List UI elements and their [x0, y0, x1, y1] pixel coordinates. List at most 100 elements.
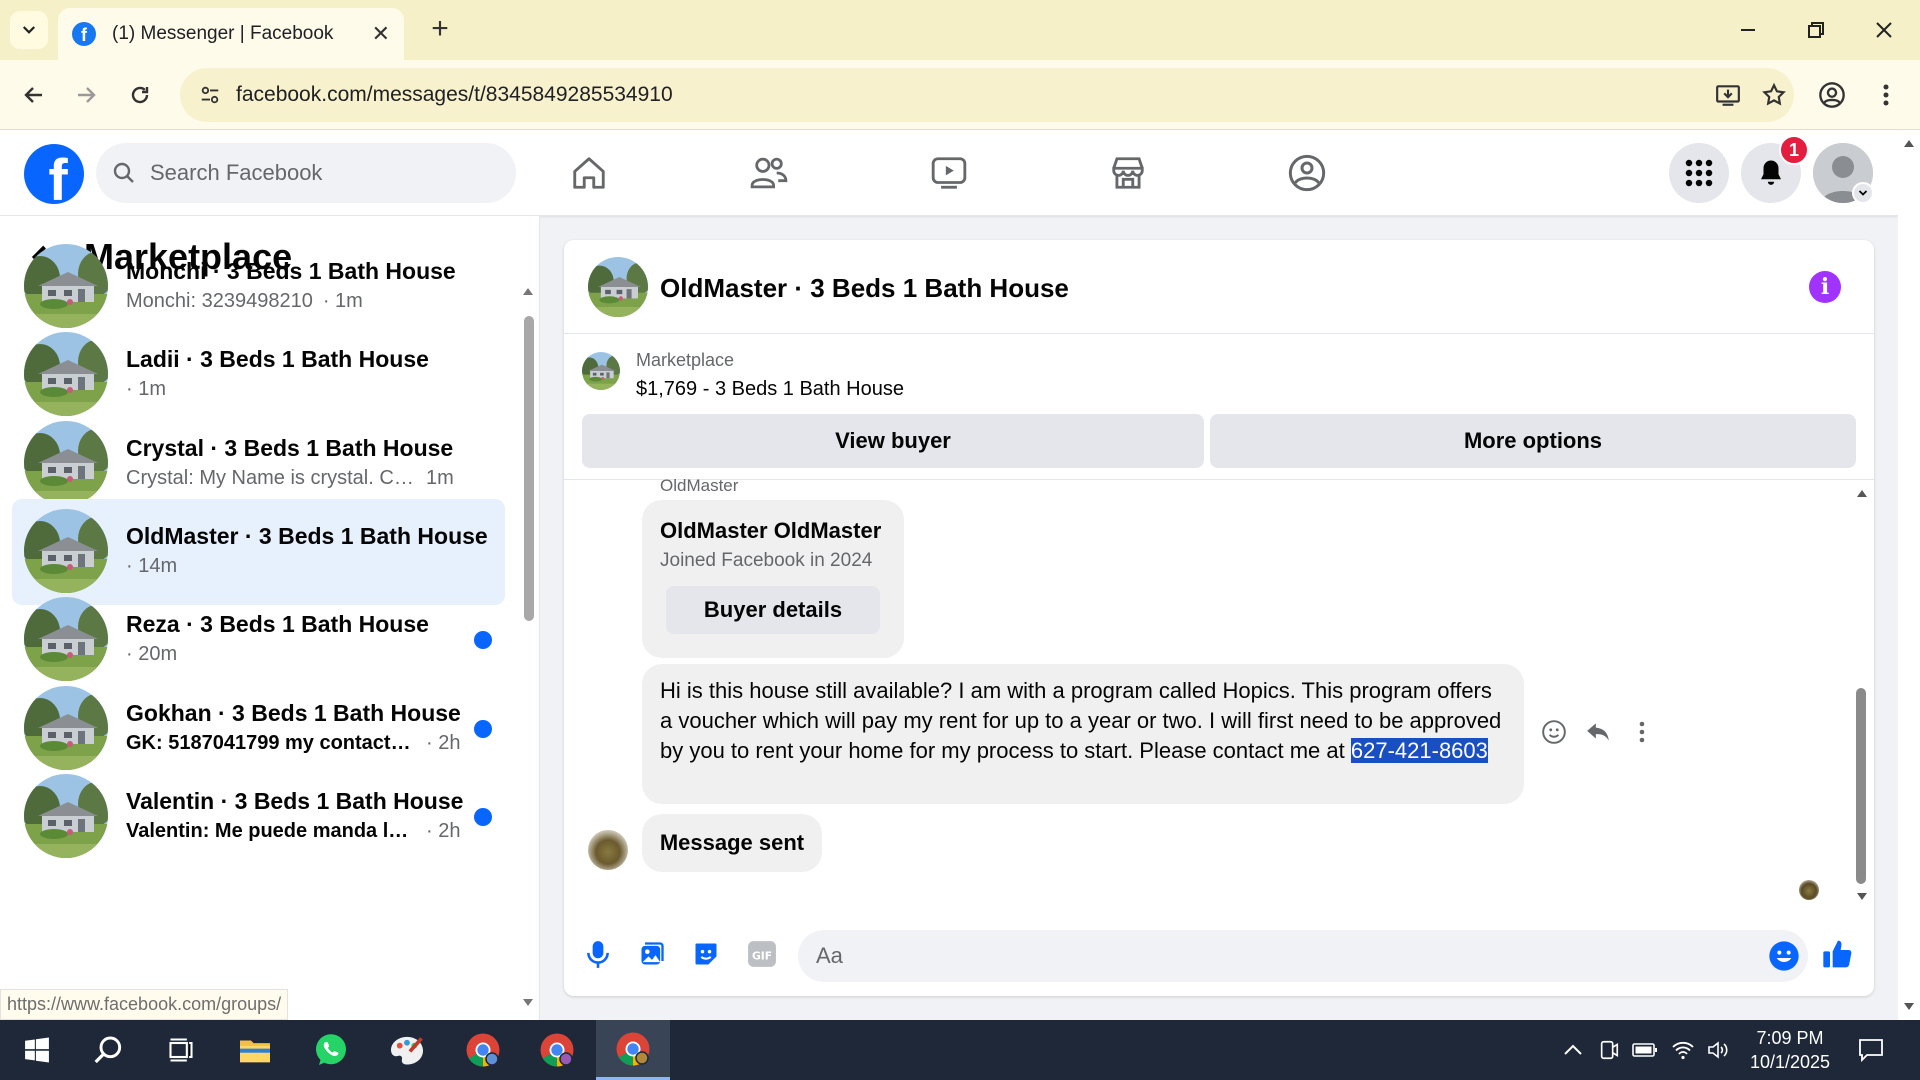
conversation-preview: Valentin: Me puede manda la u... · 2h — [126, 820, 460, 843]
view-buyer-button[interactable]: View buyer — [582, 414, 1204, 468]
reply-button[interactable] — [1582, 716, 1614, 748]
listing-price[interactable]: $1,769 - 3 Beds 1 Bath House — [636, 378, 904, 401]
conversation-list-panel: Marketplace Monchi · 3 Beds 1 Bath House… — [0, 216, 540, 1020]
preview-time: 1m — [426, 466, 454, 489]
nav-gaming[interactable] — [1282, 148, 1332, 198]
unread-dot — [474, 807, 492, 826]
browser-tab-messenger[interactable]: f (1) Messenger | Facebook ✕ — [58, 8, 404, 60]
listing-thumbnail[interactable] — [588, 257, 648, 317]
gif-icon: GIF — [748, 941, 776, 967]
sticker-button[interactable] — [688, 936, 724, 972]
chat-bubble-icon — [1859, 1039, 1883, 1062]
more-button[interactable] — [1626, 716, 1658, 748]
browser-menu-button[interactable] — [1868, 77, 1904, 113]
whatsapp-button[interactable] — [294, 1020, 368, 1080]
conversation-name: Gokhan · 3 Beds 1 Bath House — [126, 699, 461, 726]
react-button[interactable] — [1538, 716, 1570, 748]
message-input[interactable] — [816, 943, 1716, 969]
chevron-down-icon — [1858, 190, 1868, 196]
search-input[interactable] — [150, 160, 450, 186]
attach-photo-button[interactable] — [634, 936, 670, 972]
chrome-profile-3-button[interactable] — [596, 1020, 670, 1080]
close-window-button[interactable] — [1864, 10, 1904, 50]
file-explorer-button[interactable] — [218, 1020, 292, 1080]
volume-icon[interactable] — [1704, 1036, 1734, 1064]
back-button[interactable] — [16, 77, 52, 113]
install-app-icon[interactable] — [1710, 77, 1746, 113]
nav-home[interactable] — [564, 148, 614, 198]
nav-marketplace[interactable] — [1103, 148, 1153, 198]
listing-small-thumbnail[interactable] — [582, 352, 620, 390]
account-chevron[interactable] — [1852, 182, 1874, 204]
message-actions — [1538, 716, 1658, 748]
voice-clip-button[interactable] — [580, 936, 616, 972]
wifi-icon[interactable] — [1668, 1036, 1698, 1064]
taskbar-clock[interactable]: 7:09 PM 10/1/2025 — [1740, 1026, 1840, 1074]
browser-tab-bar: f (1) Messenger | Facebook ✕ + — [0, 0, 1920, 60]
task-view-button[interactable] — [144, 1020, 218, 1080]
message-bubble[interactable]: Hi is this house still available? I am w… — [642, 664, 1524, 804]
buyer-details-button[interactable]: Buyer details — [666, 586, 880, 634]
start-button[interactable] — [0, 1020, 74, 1080]
site-settings-icon[interactable] — [192, 77, 228, 113]
menu-button[interactable] — [1669, 143, 1729, 203]
message-composer: GIF — [564, 916, 1874, 996]
buyer-avatar[interactable] — [588, 830, 628, 870]
minimize-button[interactable] — [1728, 10, 1768, 50]
address-bar[interactable]: facebook.com/messages/t/8345849285534910 — [180, 68, 1794, 122]
tab-search-button[interactable] — [10, 11, 48, 49]
unread-dot — [474, 631, 492, 650]
listing-label: Marketplace — [636, 350, 735, 370]
arrow-left-icon — [24, 87, 42, 103]
message-input-box[interactable] — [798, 930, 1808, 982]
forward-button[interactable] — [68, 77, 104, 113]
conversation-name: Monchi · 3 Beds 1 Bath House — [126, 258, 456, 284]
bookmark-star-icon[interactable] — [1756, 77, 1792, 113]
phone-number-selected[interactable]: 627-421-8603 — [1350, 738, 1488, 763]
chrome-profile-1-button[interactable] — [446, 1020, 520, 1080]
reload-button[interactable] — [122, 77, 158, 113]
message-thread: OldMaster OldMaster OldMaster Joined Fac… — [564, 476, 1874, 900]
facebook-header: f 1 — [0, 130, 1898, 216]
microphone-icon — [587, 941, 609, 968]
nav-video[interactable] — [924, 148, 974, 198]
restore-icon — [1808, 22, 1824, 38]
info-icon[interactable]: i — [1809, 271, 1841, 303]
page-scrollbar[interactable] — [1898, 130, 1920, 1020]
emoji-icon[interactable] — [1768, 940, 1800, 972]
paint-app-button[interactable] — [370, 1020, 444, 1080]
chat-scroll-up-icon[interactable] — [1855, 488, 1869, 498]
search-icon — [113, 162, 134, 183]
chat-scroll-thumb[interactable] — [1856, 688, 1866, 884]
tab-close-icon[interactable]: ✕ — [372, 21, 390, 47]
conversation-item[interactable]: Valentin · 3 Beds 1 Bath House Valentin: … — [12, 764, 505, 870]
more-options-button[interactable]: More options — [1210, 414, 1856, 468]
facebook-search[interactable] — [96, 143, 516, 203]
message-sent-bubble[interactable]: Message sent — [642, 814, 822, 872]
battery-icon[interactable] — [1630, 1036, 1660, 1064]
show-hidden-icons[interactable] — [1558, 1036, 1588, 1064]
conversation-thumbnail — [24, 685, 108, 770]
preview-time: · 2h — [426, 819, 461, 842]
gif-button[interactable]: GIF — [744, 936, 780, 972]
scroll-up-icon — [523, 288, 533, 295]
notification-center-button[interactable] — [1856, 1036, 1886, 1064]
chat-scroll-down-icon[interactable] — [1855, 892, 1869, 902]
facebook-logo-icon[interactable]: f — [24, 144, 84, 204]
conversation-scroll-thumb[interactable] — [524, 316, 534, 621]
listing-banner: Marketplace $1,769 - 3 Beds 1 Bath House… — [564, 334, 1874, 480]
new-tab-button[interactable]: + — [424, 14, 456, 46]
chrome-profile-2-button[interactable] — [520, 1020, 594, 1080]
clock-date: 10/1/2025 — [1749, 1052, 1831, 1072]
scroll-down-icon — [523, 999, 533, 1006]
conversation-thumbnail — [24, 773, 108, 858]
chat-title[interactable]: OldMaster · 3 Beds 1 Bath House — [660, 273, 1069, 304]
scroll-up-icon — [1904, 140, 1914, 147]
nav-friends[interactable] — [744, 148, 794, 198]
meet-now-icon[interactable] — [1594, 1036, 1624, 1064]
profile-button[interactable] — [1814, 77, 1850, 113]
search-taskbar-button[interactable] — [72, 1020, 146, 1080]
like-button[interactable] — [1820, 936, 1856, 972]
restore-button[interactable] — [1796, 10, 1836, 50]
notification-badge: 1 — [1779, 135, 1809, 165]
